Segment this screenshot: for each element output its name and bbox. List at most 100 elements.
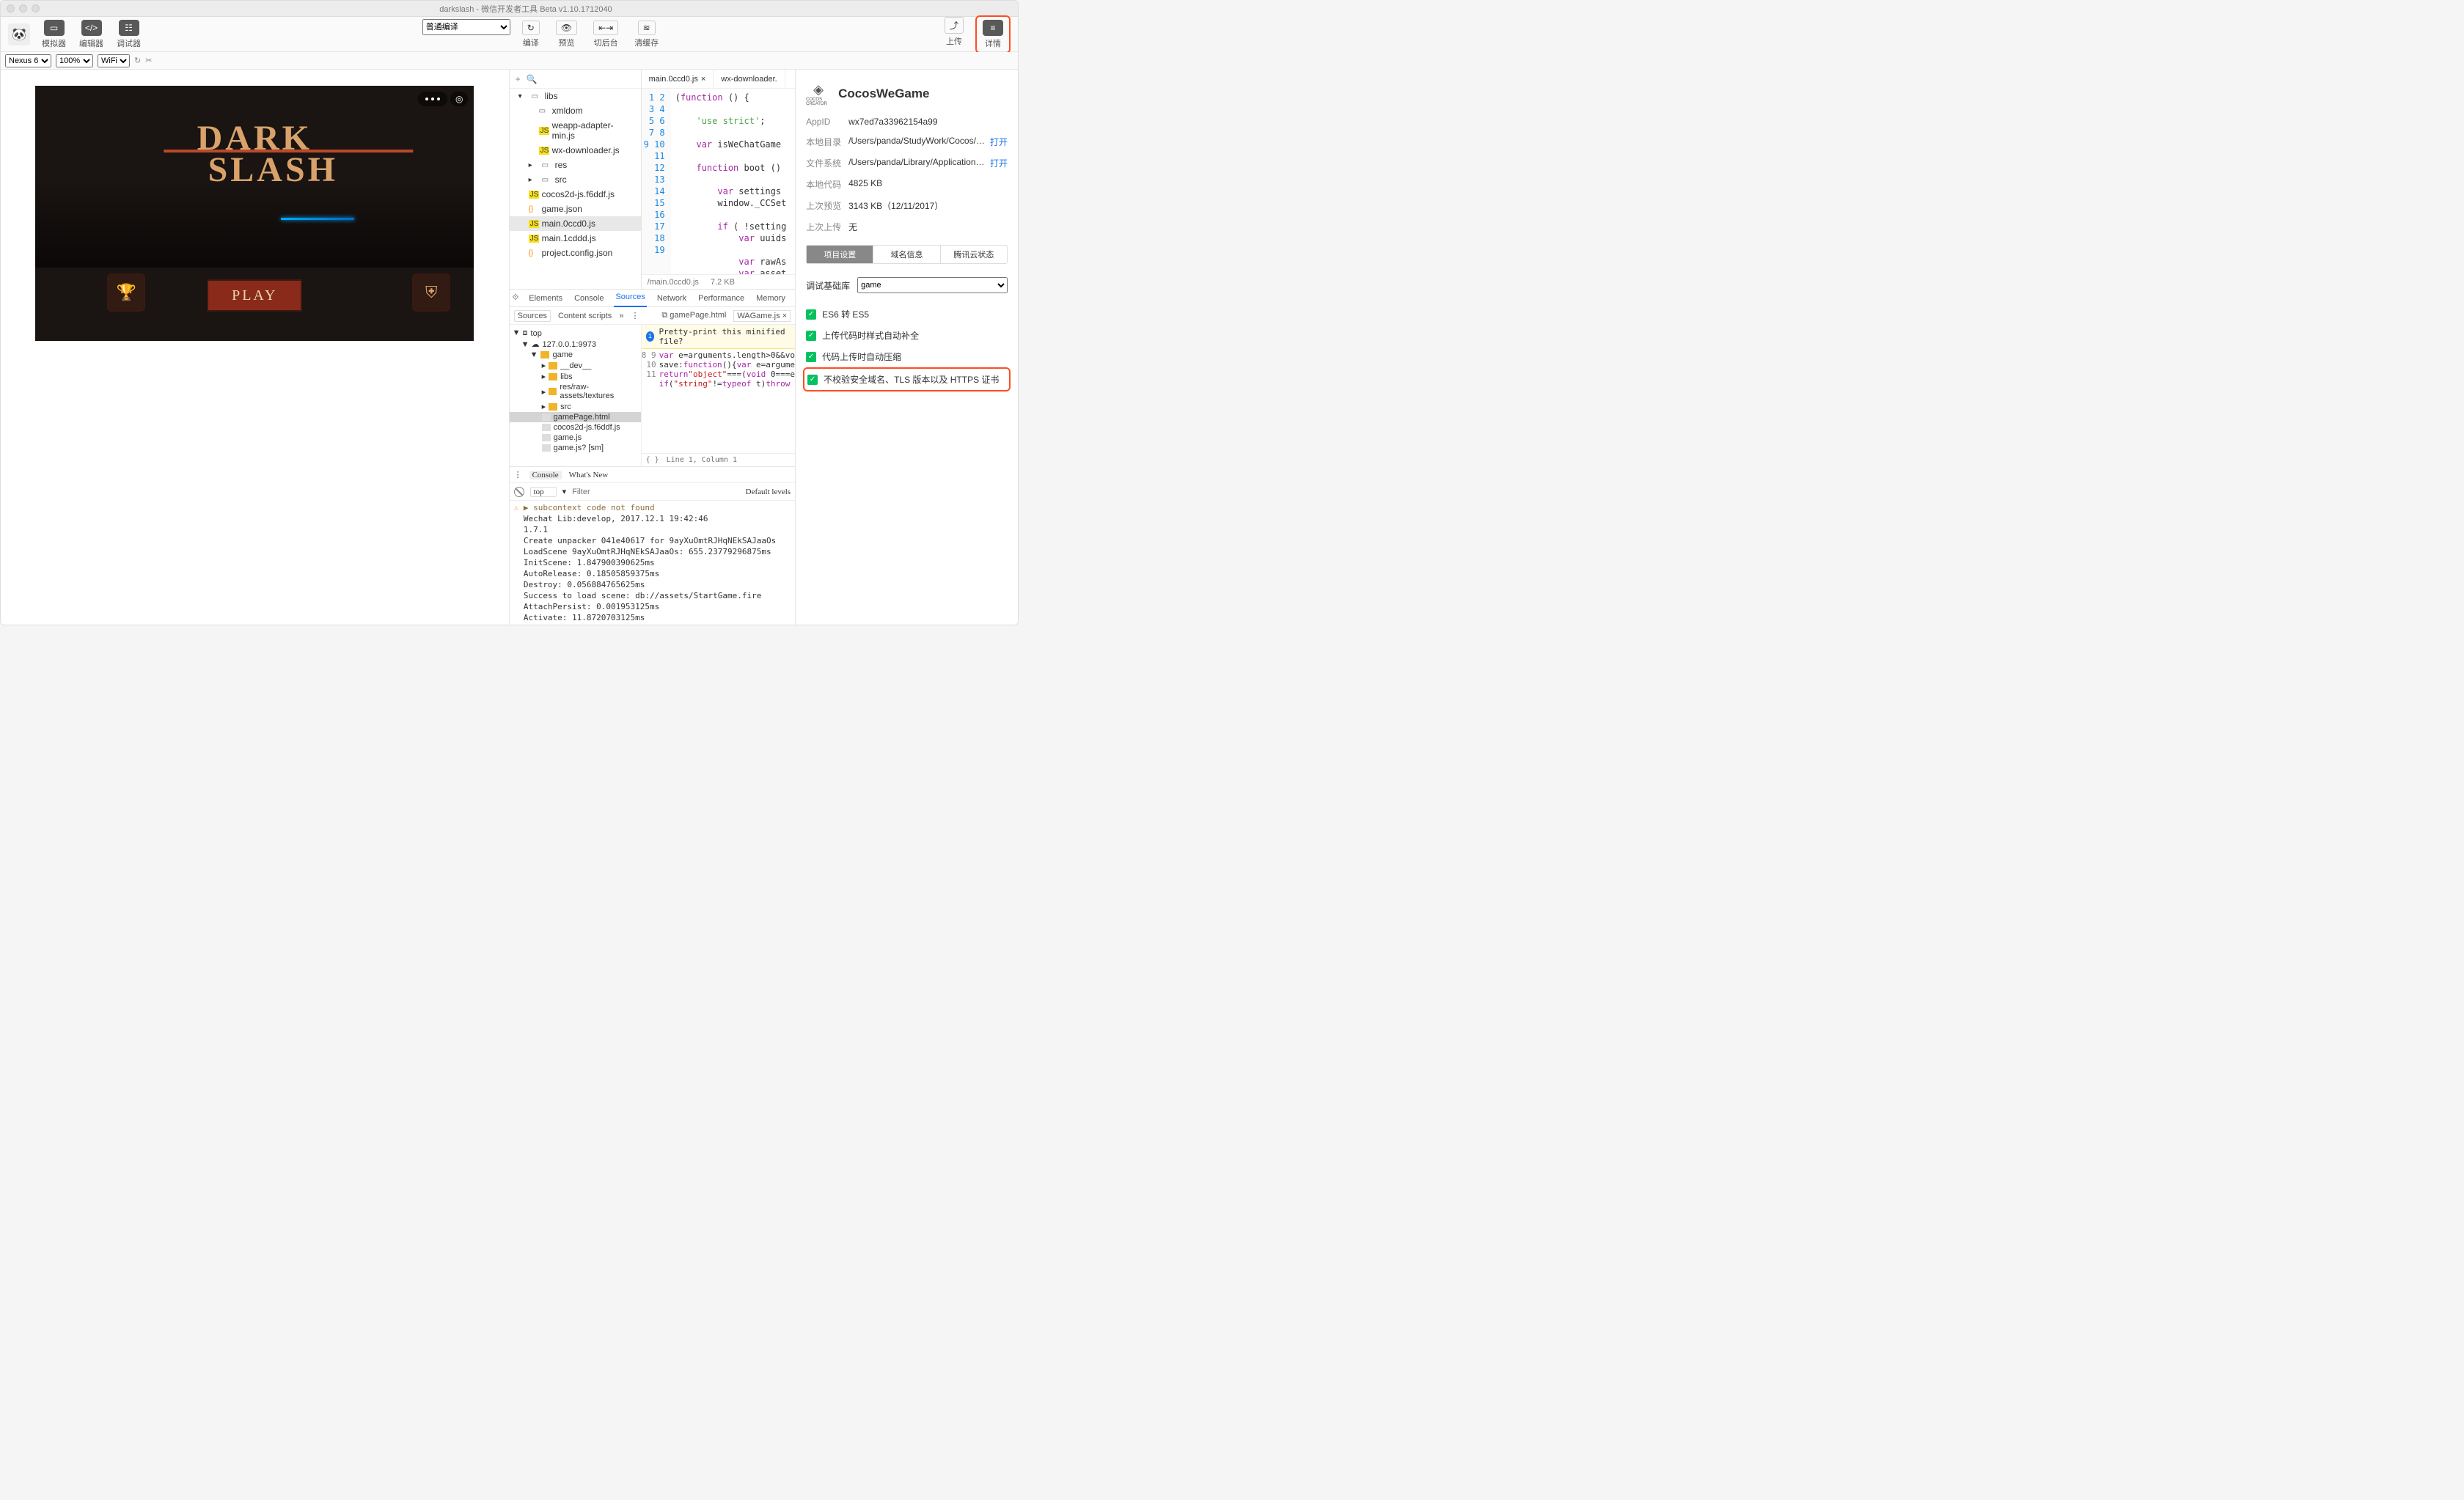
- src-src[interactable]: ▸ src: [510, 401, 641, 412]
- code-editor: main.0ccd0.js× wx-downloader. 1 2 3 4 5 …: [642, 70, 795, 289]
- console-filter-input[interactable]: [572, 488, 739, 496]
- tab-performance[interactable]: Performance: [697, 294, 746, 303]
- rotate-icon[interactable]: ↻: [134, 56, 141, 65]
- src-game.js[interactable]: game.js: [510, 433, 641, 443]
- file-game.json[interactable]: {}game.json: [510, 202, 641, 216]
- js-icon: JS: [529, 220, 539, 228]
- tab-network[interactable]: Network: [656, 294, 688, 303]
- tab-domain-info[interactable]: 域名信息: [873, 246, 939, 263]
- zoom-select[interactable]: 100%: [56, 54, 93, 67]
- checkbox-option[interactable]: ✓上传代码时样式自动补全: [803, 325, 1011, 346]
- device-select[interactable]: Nexus 6: [5, 54, 51, 67]
- upload-button[interactable]: ⤴ 上传: [940, 15, 968, 54]
- source-tab-gamepage[interactable]: ⧉ gamePage.html: [661, 311, 726, 320]
- close-icon[interactable]: [7, 4, 15, 12]
- src-gamePage.html[interactable]: gamePage.html: [510, 412, 641, 422]
- more-icon[interactable]: »: [619, 312, 623, 320]
- info-icon: i: [646, 331, 655, 342]
- file-src[interactable]: ▸▭src: [510, 172, 641, 187]
- folder-libs[interactable]: ▾ ▭ libs: [510, 89, 641, 103]
- network-select[interactable]: WiFi: [98, 54, 130, 67]
- src-res/raw-assets/textures[interactable]: ▸ res/raw-assets/textures: [510, 382, 641, 401]
- debug-lib-select[interactable]: game: [857, 277, 1008, 293]
- add-icon[interactable]: +: [516, 74, 521, 84]
- folder-icon: [549, 403, 557, 411]
- file-wx-downloader.js[interactable]: JSwx-downloader.js: [510, 143, 641, 158]
- console-output[interactable]: ⚠ ▶ subcontext code not found Wechat Lib…: [510, 501, 795, 625]
- src-cocos2d-js.f6ddf.js[interactable]: cocos2d-js.f6ddf.js: [510, 422, 641, 433]
- json-icon: {}: [529, 205, 539, 213]
- file-main.0ccd0.js[interactable]: JSmain.0ccd0.js: [510, 216, 641, 231]
- cut-icon[interactable]: ✂: [145, 56, 152, 65]
- whats-new-tab[interactable]: What's New: [569, 471, 609, 479]
- open-link[interactable]: 打开: [990, 157, 1008, 169]
- tab-elements[interactable]: Elements: [527, 294, 564, 303]
- editor-button[interactable]: </> 编辑器: [75, 18, 108, 51]
- src-libs[interactable]: ▸ libs: [510, 371, 641, 382]
- code-tab-downloader[interactable]: wx-downloader.: [714, 70, 785, 88]
- file-weapp-adapter-min.js[interactable]: JSweapp-adapter-min.js: [510, 118, 641, 143]
- context-select[interactable]: top: [530, 487, 557, 497]
- details-button[interactable]: ≡ 详情: [978, 18, 1008, 51]
- minimize-icon[interactable]: [19, 4, 27, 12]
- close-icon[interactable]: ×: [701, 75, 705, 84]
- file-main.1cddd.js[interactable]: JSmain.1cddd.js: [510, 231, 641, 246]
- source-tab-wagame[interactable]: WAGame.js ×: [733, 310, 791, 322]
- trophy-button[interactable]: 🏆: [107, 273, 145, 312]
- clear-console-icon[interactable]: [514, 487, 524, 497]
- sources-tree[interactable]: ▼ ⧈ top ▼ ☁ 127.0.0.1:9973 ▼ game ▸ __de…: [510, 325, 642, 466]
- code-content[interactable]: (function () { 'use strict'; var isWeCha…: [671, 89, 795, 274]
- capsule-menu[interactable]: [418, 92, 447, 106]
- file-project.config.json[interactable]: {}project.config.json: [510, 246, 641, 260]
- kebab-icon[interactable]: ⋮: [631, 311, 639, 320]
- src-game.js? [sm][interactable]: game.js? [sm]: [510, 443, 641, 453]
- preview-button[interactable]: 👁 预览: [551, 19, 582, 50]
- shield-button[interactable]: ⛨: [412, 273, 450, 312]
- file-res[interactable]: ▸▭res: [510, 158, 641, 172]
- play-button[interactable]: PLAY: [207, 279, 302, 312]
- pretty-print-hint[interactable]: i Pretty-print this minified file?: [642, 325, 795, 349]
- debug-lib-label: 调试基础库: [806, 279, 850, 292]
- open-link[interactable]: 打开: [990, 136, 1008, 148]
- info-row: 本地代码4825 KB: [806, 174, 1008, 195]
- sources-subtab[interactable]: Sources: [514, 310, 551, 322]
- app-logo[interactable]: 🐼: [8, 23, 30, 45]
- file-explorer[interactable]: + 🔍 ▾ ▭ libs ▭xmldomJSweapp-adapter-min.…: [510, 70, 642, 289]
- log-levels[interactable]: Default levels: [746, 488, 791, 496]
- checkbox-option[interactable]: ✓代码上传时自动压缩: [803, 346, 1011, 367]
- info-row: 上次上传无: [806, 216, 1008, 238]
- line-gutter: 1 2 3 4 5 6 7 8 9 10 11 12 13 14 15 16 1…: [642, 89, 671, 274]
- checkbox-icon: ✓: [806, 331, 816, 341]
- window-controls[interactable]: [7, 4, 40, 12]
- source-viewer[interactable]: i Pretty-print this minified file? 8 9 1…: [642, 325, 795, 466]
- info-row: 上次预览3143 KB（12/11/2017）: [806, 195, 1008, 216]
- checkbox-option[interactable]: ✓不校验安全域名、TLS 版本以及 HTTPS 证书: [803, 367, 1011, 391]
- maximize-icon[interactable]: [32, 4, 40, 12]
- game-screen[interactable]: ◎ DARK SLASH PLAY 🏆 ⛨: [35, 86, 474, 341]
- code-tab-main[interactable]: main.0ccd0.js×: [642, 70, 714, 88]
- background-button[interactable]: ⇤⇥ 切后台: [589, 19, 623, 50]
- clear-cache-button[interactable]: ≋ 清缓存: [630, 19, 663, 50]
- debugger-button[interactable]: ☷ 调试器: [112, 18, 145, 51]
- inspect-icon[interactable]: ⟐: [513, 293, 519, 303]
- tab-memory[interactable]: Memory: [755, 294, 787, 303]
- checkbox-option[interactable]: ✓ES6 转 ES5: [803, 304, 1011, 325]
- content-scripts-subtab[interactable]: Content scripts: [558, 312, 612, 320]
- console-drawer-tab[interactable]: Console: [529, 471, 562, 479]
- tab-tencent-cloud[interactable]: 腾讯云状态: [940, 246, 1007, 263]
- tab-sources[interactable]: Sources: [614, 290, 646, 307]
- compile-mode-select[interactable]: 普通编译: [422, 19, 510, 35]
- src-__dev__[interactable]: ▸ __dev__: [510, 360, 641, 371]
- compile-button[interactable]: ↻ 编译: [518, 19, 544, 50]
- simulator-button[interactable]: ▭ 模拟器: [37, 18, 70, 51]
- tab-console[interactable]: Console: [573, 294, 605, 303]
- titlebar: darkslash - 微信开发者工具 Beta v1.10.1712040: [1, 1, 1018, 17]
- tab-project-settings[interactable]: 项目设置: [807, 246, 873, 263]
- file-xmldom[interactable]: ▭xmldom: [510, 103, 641, 118]
- capsule-close[interactable]: ◎: [450, 92, 468, 106]
- kebab-icon[interactable]: ⋮: [514, 470, 522, 479]
- file-cocos2d-js.f6ddf.js[interactable]: JScocos2d-js.f6ddf.js: [510, 187, 641, 202]
- file-icon: [542, 434, 551, 441]
- search-icon[interactable]: 🔍: [527, 74, 538, 84]
- braces-icon[interactable]: { }: [646, 456, 659, 464]
